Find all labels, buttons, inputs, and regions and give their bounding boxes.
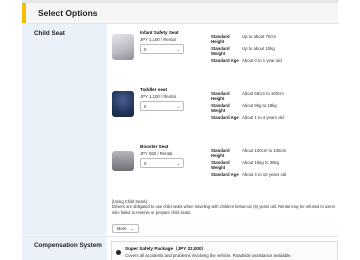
- compensation-option[interactable]: Super Safety Package（JPY 22,000） Covers …: [111, 241, 338, 260]
- spec-val: About 100cm to 135cm: [242, 148, 287, 153]
- child-seat-row: Child Seat Infant Safety Seat JPY 1,100 …: [22, 23, 338, 235]
- right-gutter: [354, 0, 360, 260]
- booster-seat-image: [112, 151, 134, 171]
- chevron-down-icon: ⌄: [176, 103, 180, 109]
- product-price: JPY 1,100 / Rental: [140, 37, 176, 42]
- child-seat-label: Child Seat: [22, 24, 107, 235]
- quantity-value: 0: [144, 160, 147, 166]
- compensation-title: Super Safety Package（JPY 22,000）: [125, 246, 207, 251]
- quantity-select[interactable]: 0 ⌄: [140, 44, 184, 54]
- product-price: JPY 550 / Rental: [140, 151, 173, 156]
- chevron-down-icon: ⌄: [176, 46, 180, 52]
- spec-key: Standard Height: [211, 148, 230, 159]
- spec-key: Standard Height: [211, 34, 230, 45]
- more-button[interactable]: More ⌄: [112, 224, 139, 233]
- notice-text: Drivers are obligated to use child seats…: [112, 204, 335, 215]
- compensation-desc: Covers all accidents and problems involv…: [125, 253, 292, 258]
- spec-key: Standard Age: [211, 58, 239, 63]
- spec-key: Standard Weight: [211, 103, 230, 114]
- product-infant: Infant Safety Seat JPY 1,100 / Rental 0 …: [107, 28, 338, 86]
- product-title: Booster Seat: [140, 144, 169, 149]
- spec-val: About 15kg to 36kg: [242, 160, 280, 165]
- spec-val: About 9kg to 18kg: [242, 103, 277, 108]
- product-toddler: Toddler seat JPY 1,100 / Rental 0 ⌄ Stan…: [107, 85, 338, 143]
- spec-key: Standard Height: [211, 91, 230, 102]
- spec-key: Standard Weight: [211, 160, 230, 171]
- quantity-select[interactable]: 0 ⌄: [140, 101, 184, 111]
- more-label: More: [116, 226, 127, 231]
- quantity-value: 0: [144, 46, 147, 52]
- product-booster: Booster Seat JPY 550 / Rental 0 ⌄ Standa…: [107, 142, 338, 200]
- quantity-select[interactable]: 0 ⌄: [140, 158, 184, 168]
- spec-val: Up to about 70cm: [242, 34, 276, 39]
- chevron-down-icon: ⌄: [130, 225, 135, 231]
- infant-seat-image: [112, 34, 134, 60]
- compensation-row: Compensation System Super Safety Package…: [22, 236, 338, 260]
- toddler-seat-image: [112, 91, 134, 117]
- section-title: Select Options: [22, 3, 338, 23]
- spec-val: About 4 to 10 years old: [242, 172, 287, 177]
- spec-key: Standard Weight: [211, 46, 230, 57]
- radio-selected-icon[interactable]: [116, 250, 121, 255]
- chevron-down-icon: ⌄: [176, 160, 180, 166]
- quantity-value: 0: [144, 103, 147, 109]
- spec-val: About 0 to 1 year old: [242, 58, 282, 63]
- child-seat-notice: [Using Child Seats] Drivers are obligate…: [112, 199, 336, 215]
- options-page: Select Options Child Seat Infant Safety …: [0, 0, 360, 260]
- compensation-label: Compensation System: [22, 237, 107, 260]
- spec-val: About 65cm to 100cm: [242, 91, 284, 96]
- spec-key: Standard Age: [211, 115, 239, 120]
- compensation-content: Super Safety Package（JPY 22,000） Covers …: [107, 237, 338, 260]
- product-price: JPY 1,100 / Rental: [140, 94, 176, 99]
- spec-val: Up to about 10kg: [242, 46, 275, 51]
- child-seat-content: Infant Safety Seat JPY 1,100 / Rental 0 …: [107, 24, 338, 235]
- spec-key: Standard Age: [211, 172, 239, 177]
- spec-val: About 1 to 4 years old: [242, 115, 284, 120]
- product-title: Infant Safety Seat: [140, 30, 179, 35]
- product-title: Toddler seat: [140, 87, 167, 92]
